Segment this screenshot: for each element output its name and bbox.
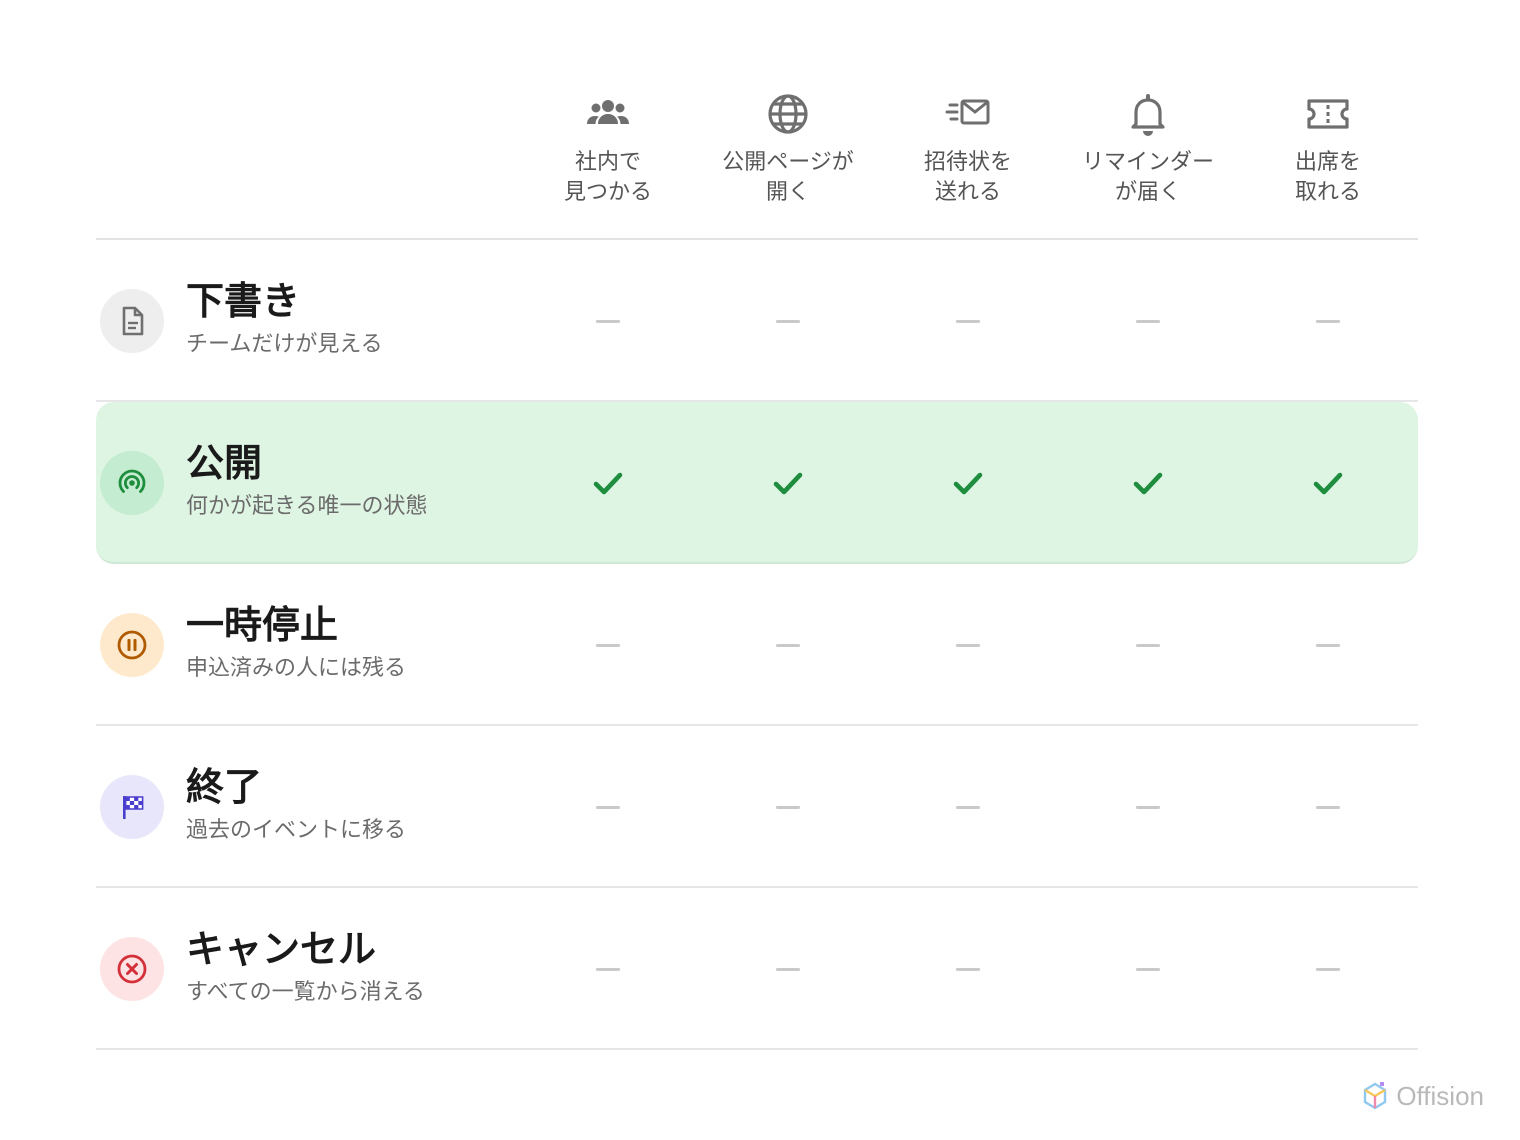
column-header-reminder: リマインダー が届く [1063,90,1233,208]
dash-icon [776,967,800,971]
status-row-ended: 終了 過去のイベントに移る [96,726,1418,888]
check-icon [1133,472,1163,495]
status-row-published: 公開 何かが起きる唯一の状態 [96,402,1418,564]
status-title: 下書き [186,279,301,323]
column-header-invite: 招待状を 送れる [883,90,1053,208]
column-header-internal: 社内で 見つかる [523,90,693,208]
ticket-icon [1307,99,1349,129]
capability-cell-available [1118,458,1178,508]
column-header-public-page: 公開ページが 開く [703,90,873,208]
status-description: 過去のイベントに移る [186,818,407,843]
offision-logo-icon [1364,1081,1387,1109]
capability-cell-unavailable [578,620,638,670]
cancel-circle-icon [117,954,147,984]
dash-icon [956,805,980,809]
dash-icon [956,319,980,323]
capability-cell-unavailable [938,620,998,670]
pause-icon [117,630,147,660]
broadcast-icon [118,469,146,493]
capability-cell-unavailable [1118,944,1178,994]
status-icon-badge [100,775,164,839]
capability-cell-available [758,458,818,508]
check-icon [773,472,803,495]
brand-watermark: Offision [1362,1081,1484,1112]
capability-cell-unavailable [1298,620,1358,670]
dash-icon [1136,643,1160,647]
status-title: 一時停止 [186,603,339,647]
dash-icon [776,805,800,809]
capability-cell-available [938,458,998,508]
status-description: チームだけが見える [186,332,383,357]
team-icon [587,100,629,124]
status-icon-badge [100,451,164,515]
column-header-label: 公開ページが 開く [722,150,854,205]
column-header-label: 出席を 取れる [1294,150,1361,205]
capability-cell-unavailable [1118,296,1178,346]
table-header: 社内で 見つかる 公開ページが 開く 招待状を 送れる リマインダー が届く 出… [96,80,1418,240]
status-title: 公開 [186,441,263,485]
bell-icon [1131,94,1165,136]
dash-icon [1316,319,1340,323]
dash-icon [1136,805,1160,809]
status-description: すべての一覧から消える [186,980,425,1005]
send-mail-icon [945,99,990,125]
check-icon [953,472,983,495]
dash-icon [1316,967,1340,971]
column-header-label: 招待状を 送れる [923,150,1012,205]
capability-cell-unavailable [758,944,818,994]
check-icon [1313,472,1343,495]
document-icon [122,306,144,336]
capability-cell-available [1298,458,1358,508]
status-title: キャンセル [186,927,377,971]
dash-icon [1316,805,1340,809]
capability-cell-unavailable [938,296,998,346]
capability-cell-unavailable [758,782,818,832]
capability-cell-unavailable [938,944,998,994]
column-header-label: 社内で 見つかる [563,150,652,205]
status-capability-table: 社内で 見つかる 公開ページが 開く 招待状を 送れる リマインダー が届く 出… [96,80,1418,1050]
dash-icon [596,319,620,323]
checkered-flag-icon [123,796,144,819]
capability-cell-unavailable [1298,782,1358,832]
globe-icon [768,94,808,134]
check-icon [593,472,623,495]
capability-cell-unavailable [1118,782,1178,832]
status-row-draft: 下書き チームだけが見える [96,240,1418,402]
dash-icon [596,967,620,971]
dash-icon [776,643,800,647]
capability-cell-unavailable [1298,296,1358,346]
status-description: 何かが起きる唯一の状態 [186,494,428,519]
dash-icon [1136,967,1160,971]
status-icon-badge [100,289,164,353]
column-header-label: リマインダー が届く [1081,150,1214,205]
status-row-paused: 一時停止 申込済みの人には残る [96,564,1418,726]
capability-cell-unavailable [938,782,998,832]
capability-cell-unavailable [578,782,638,832]
column-header-attendance: 出席を 取れる [1243,90,1413,208]
capability-cell-available [578,458,638,508]
dash-icon [776,319,800,323]
dash-icon [596,643,620,647]
brand-name: Offision [1396,1081,1484,1111]
status-icon-badge [100,937,164,1001]
dash-icon [596,805,620,809]
dash-icon [1316,643,1340,647]
capability-cell-unavailable [578,944,638,994]
status-icon-badge [100,613,164,677]
dash-icon [956,643,980,647]
dash-icon [956,967,980,971]
status-title: 終了 [186,765,263,809]
dash-icon [1136,319,1160,323]
capability-cell-unavailable [758,296,818,346]
status-description: 申込済みの人には残る [186,656,407,681]
status-row-cancelled: キャンセル すべての一覧から消える [96,888,1418,1050]
capability-cell-unavailable [578,296,638,346]
capability-cell-unavailable [758,620,818,670]
capability-cell-unavailable [1298,944,1358,994]
capability-cell-unavailable [1118,620,1178,670]
